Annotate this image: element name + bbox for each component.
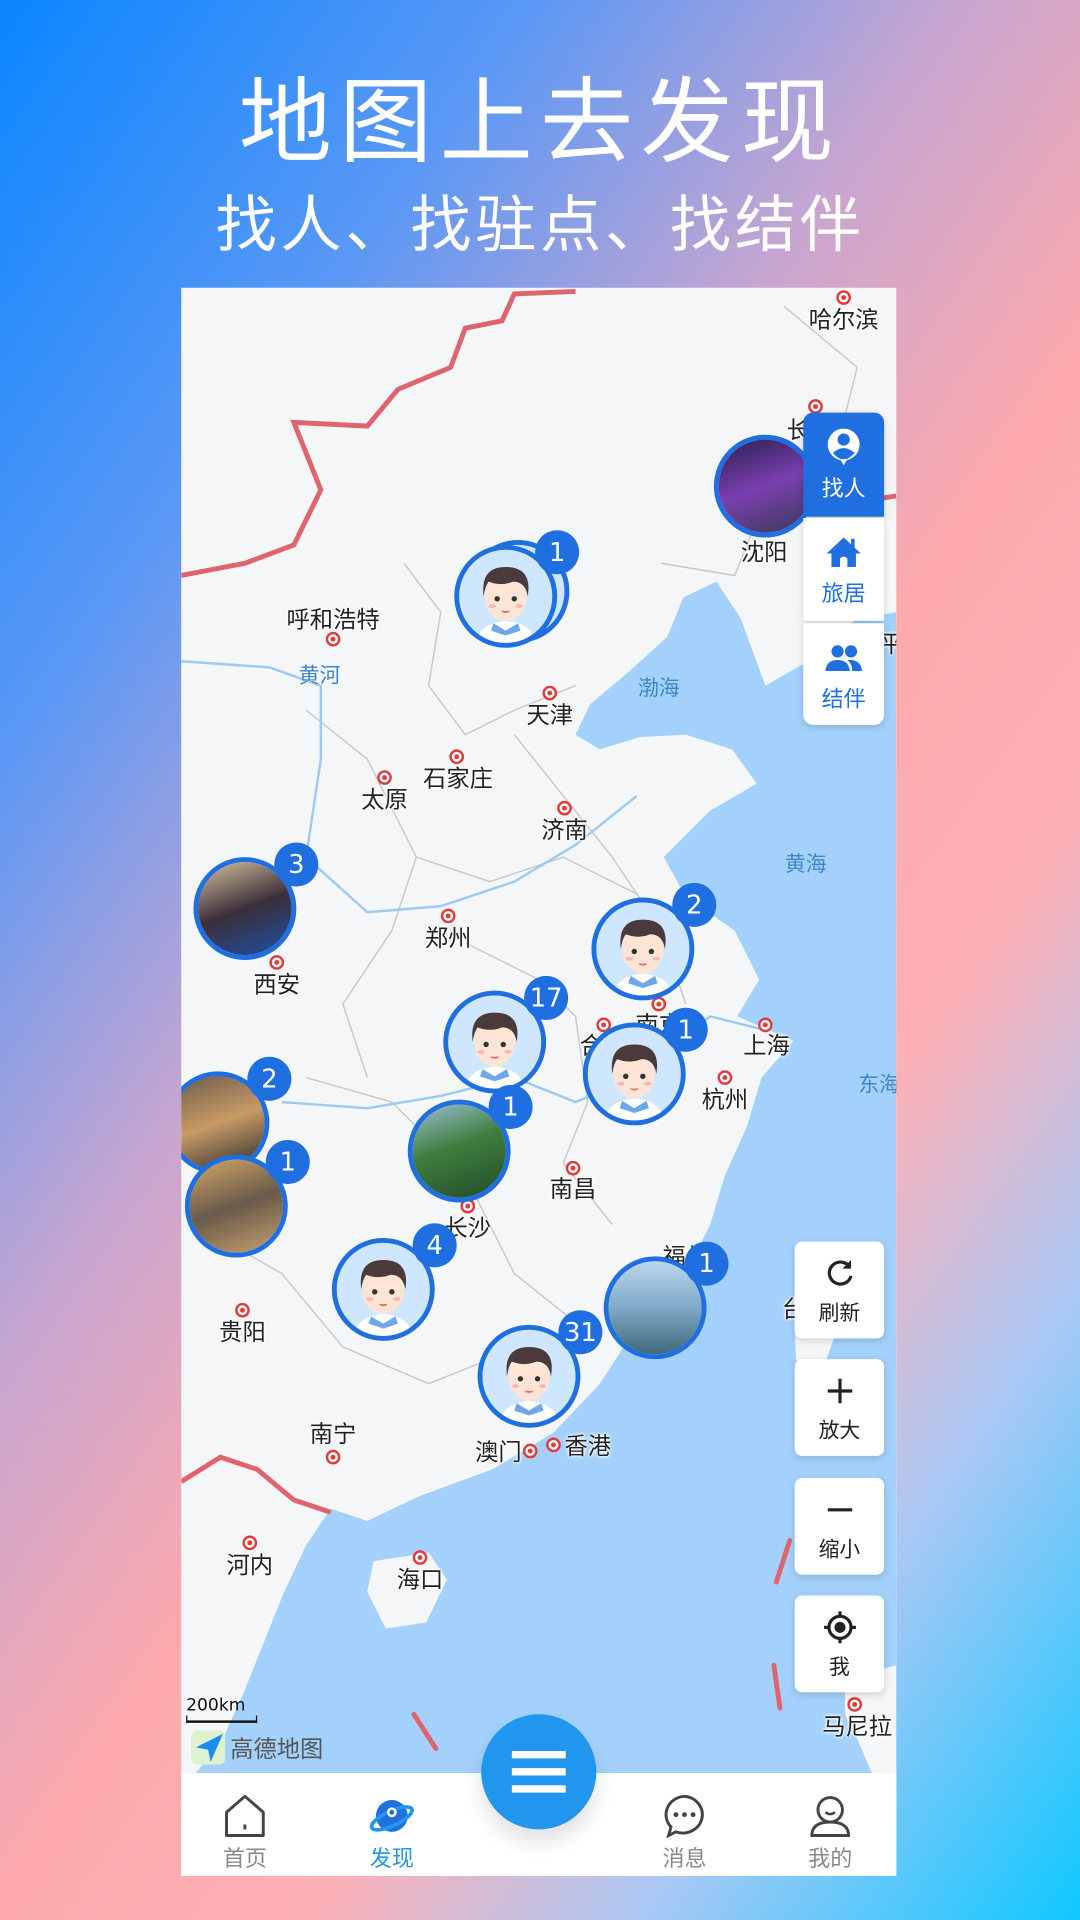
filter-label: 找人: [821, 476, 866, 503]
count-badge: 1: [265, 1140, 310, 1185]
menu-icon: [511, 1751, 566, 1793]
zoom-in-label: 放大: [818, 1419, 861, 1444]
amap-logo: 高德地图: [191, 1730, 324, 1765]
count-badge: 2: [672, 882, 717, 927]
filter-companions[interactable]: 结伴: [803, 623, 885, 725]
count-badge: 1: [663, 1007, 708, 1052]
zoom-out-button[interactable]: 缩小: [794, 1477, 885, 1575]
planet-icon: [369, 1800, 414, 1832]
filter-travel-stay[interactable]: 旅居: [803, 517, 885, 621]
locate-me-button[interactable]: 我: [794, 1595, 885, 1693]
water-label: 黄河: [298, 664, 341, 689]
map-view[interactable]: 哈尔滨长沈阳呼和浩特天津石家庄太原济南郑州西安南京合上海杭州南昌长沙福州台贵阳南…: [181, 287, 897, 1876]
national-border: [181, 288, 576, 578]
refresh-button[interactable]: 刷新: [794, 1241, 885, 1339]
city-label: 哈尔滨: [808, 306, 879, 334]
refresh-label: 刷新: [818, 1301, 861, 1327]
amap-logo-text: 高德地图: [230, 1735, 324, 1763]
nav-label: 发现: [369, 1846, 414, 1873]
photo-cluster-marker[interactable]: 1: [603, 1241, 729, 1360]
city-label: 海口: [396, 1566, 444, 1594]
city-label: 马尼拉: [822, 1713, 893, 1741]
chat-icon: [664, 1794, 704, 1839]
nav-label: 首页: [222, 1846, 267, 1873]
count-badge: 17: [524, 975, 569, 1021]
user-icon: [810, 1796, 851, 1837]
nav-messages[interactable]: 消息: [623, 1773, 745, 1873]
map-scale: 200km: [186, 1695, 258, 1723]
headline-title: 地图上去发现: [238, 67, 842, 177]
zoom-in-button[interactable]: 放大: [794, 1359, 885, 1456]
city-label: 南宁: [309, 1421, 357, 1448]
city-label: 澳门: [475, 1439, 522, 1467]
city-label: 石家庄: [423, 765, 493, 793]
plus-icon: [827, 1378, 852, 1404]
city-label: 郑州: [424, 925, 472, 953]
city-label: 太原: [361, 786, 408, 814]
city-label: 杭州: [701, 1086, 749, 1114]
menu-button[interactable]: [481, 1714, 597, 1830]
photo-cluster-marker[interactable]: 1: [184, 1140, 310, 1258]
photo-thumbnail: [718, 439, 812, 533]
water-label: 黄海: [784, 852, 827, 878]
city-label: 上海: [743, 1032, 790, 1060]
group-icon: [825, 645, 863, 672]
user-cluster-marker[interactable]: 4: [331, 1223, 457, 1341]
nav-label: 我的: [808, 1846, 853, 1873]
city-label: 贵阳: [219, 1319, 266, 1347]
amap-logo-icon: [191, 1730, 226, 1765]
city-label: 西安: [253, 971, 301, 999]
count-badge: 1: [488, 1084, 533, 1129]
count-badge: 1: [684, 1241, 729, 1286]
nav-profile[interactable]: 我的: [769, 1773, 891, 1873]
refresh-icon: [827, 1260, 852, 1286]
user-cluster-marker[interactable]: 1: [582, 1007, 708, 1126]
water-label: 东海: [858, 1073, 897, 1098]
user-cluster-marker[interactable]: 2: [591, 882, 717, 1001]
zoom-out-label: 缩小: [818, 1537, 861, 1563]
city-label: 香港: [564, 1433, 612, 1461]
national-border: [181, 1454, 332, 1515]
user-cluster-marker[interactable]: 31: [477, 1310, 603, 1428]
nav-label: 消息: [662, 1846, 707, 1873]
scale-label: 200km: [186, 1695, 246, 1716]
city-dot: [522, 1443, 538, 1459]
user-cluster-marker[interactable]: 17: [443, 975, 569, 1094]
user-cluster-marker[interactable]: 1: [454, 530, 580, 648]
filter-find-people[interactable]: 找人: [803, 412, 885, 517]
nav-discover[interactable]: 发现: [331, 1773, 453, 1873]
minus-icon: [827, 1508, 852, 1512]
photo-cluster-marker[interactable]: 1: [407, 1084, 533, 1203]
city-label: 天津: [526, 702, 574, 730]
count-badge: 2: [247, 1056, 292, 1101]
nav-home[interactable]: 首页: [184, 1773, 306, 1873]
home-icon: [826, 537, 861, 567]
headline-subtitle: 找人、找驻点、找结伴: [215, 189, 865, 261]
count-badge: 4: [412, 1223, 457, 1268]
home-icon: [225, 1794, 265, 1837]
promo-screen: 地图上去发现 找人、找驻点、找结伴 哈尔滨长沈阳 呼和浩特 天津 石家庄 太原 济南 郑州西…: [0, 0, 1080, 1920]
city-label: 沈阳: [740, 539, 788, 567]
count-badge: 1: [535, 530, 580, 575]
count-badge: 31: [558, 1310, 603, 1355]
city-label: 南昌: [549, 1176, 597, 1204]
count-badge: 3: [274, 842, 319, 887]
city-label: 河内: [226, 1552, 274, 1579]
city-dot: [325, 1449, 341, 1465]
city-label: 济南: [541, 817, 588, 845]
filter-label: 旅居: [821, 581, 866, 608]
locate-icon: [823, 1611, 856, 1644]
person-pin-icon: [827, 428, 860, 466]
photo-cluster-marker[interactable]: [713, 434, 817, 538]
filter-label: 结伴: [821, 686, 866, 713]
water-label: 渤海: [637, 676, 680, 702]
city-dot: [546, 1437, 561, 1453]
locate-label: 我: [828, 1655, 850, 1681]
city-label: 呼和浩特: [286, 606, 380, 634]
photo-cluster-marker[interactable]: 3: [193, 842, 319, 961]
